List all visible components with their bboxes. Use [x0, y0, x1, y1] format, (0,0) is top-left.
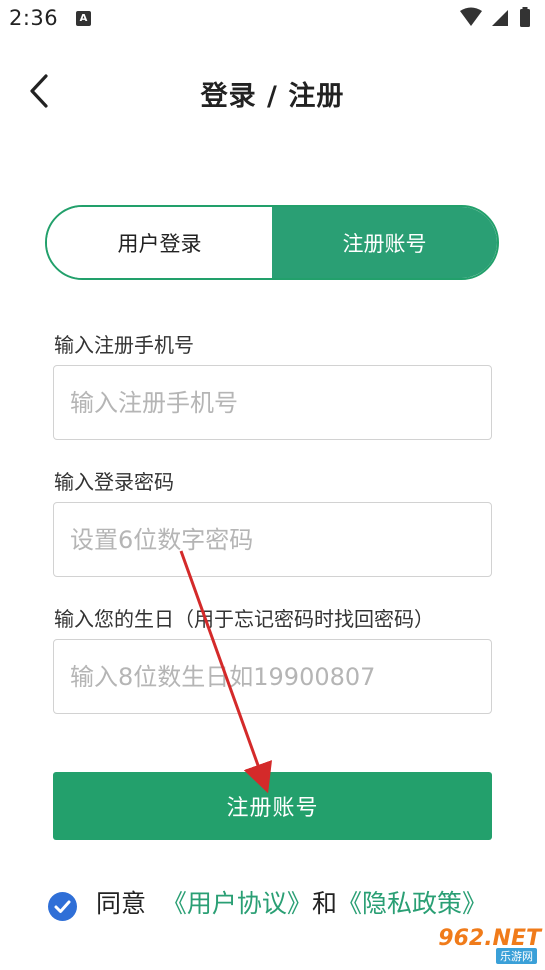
birthday-input[interactable] — [53, 639, 492, 714]
tab-switch: 用户登录 注册账号 — [45, 205, 499, 280]
register-submit-button[interactable]: 注册账号 — [53, 772, 492, 840]
watermark-sub: 乐游网 — [496, 948, 537, 964]
password-input[interactable] — [53, 502, 492, 577]
agree-conjunction: 和 — [311, 889, 337, 918]
privacy-policy-link[interactable]: 《隐私政策》 — [337, 889, 487, 918]
password-label: 输入登录密码 — [54, 470, 174, 494]
user-agreement-link[interactable]: 《用户协议》 — [162, 889, 312, 918]
battery-icon — [520, 7, 530, 27]
agree-prefix: 同意 — [96, 889, 147, 918]
status-icons — [460, 7, 530, 27]
wifi-icon — [460, 7, 482, 26]
signal-icon — [492, 10, 508, 26]
page-title: 登录 / 注册 — [200, 81, 345, 112]
tab-register-account[interactable]: 注册账号 — [272, 207, 497, 278]
status-time: 2:36 — [9, 6, 59, 30]
status-bar: 2:36 A — [0, 0, 545, 38]
notification-a-icon: A — [76, 11, 91, 26]
agreement-text: 同意 《用户协议》和《隐私政策》 — [96, 885, 496, 923]
tab-user-login[interactable]: 用户登录 — [47, 207, 272, 278]
nav-bar: 登录 / 注册 — [0, 60, 545, 124]
checkmark-icon — [54, 900, 71, 913]
phone-input[interactable] — [53, 365, 492, 440]
watermark-logo: 962.NET 乐游网 — [401, 924, 541, 964]
checkbox-checked-icon[interactable] — [48, 892, 77, 921]
birthday-label: 输入您的生日（用于忘记密码时找回密码） — [54, 607, 434, 631]
phone-label: 输入注册手机号 — [54, 333, 194, 357]
